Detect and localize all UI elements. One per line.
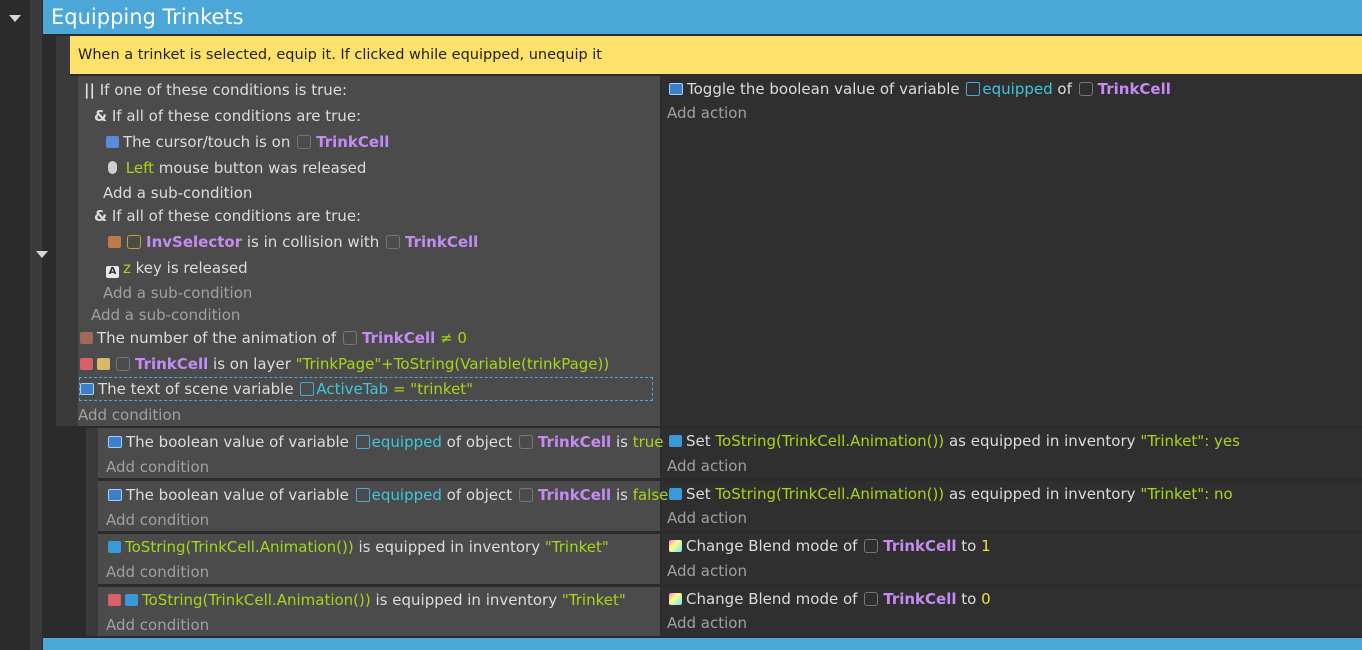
object-thumbnail [386,235,401,249]
animation-number-condition[interactable]: The number of the animation of TrinkCell… [80,327,467,349]
key-released-condition[interactable]: Az key is released [106,257,248,279]
animation-icon [80,332,93,344]
and-icon: & [94,107,108,125]
keyboard-icon: A [106,266,119,278]
add-action-link[interactable]: Add action [667,612,747,634]
collision-icon [108,236,121,248]
add-action-link[interactable]: Add action [667,560,747,582]
event-group-title: Equipping Trinkets [51,5,244,29]
comment-text: When a trinket is selected, equip it. If… [78,47,602,63]
scene-variable-icon [300,382,315,396]
object-thumbnail [1078,82,1093,96]
add-condition-link[interactable]: Add condition [78,404,181,426]
variable-icon [669,83,683,95]
blend-mode-1-action[interactable]: Change Blend mode of TrinkCell to 1 [669,535,991,557]
mouse-released-condition[interactable]: Left mouse button was released [108,157,366,179]
variable-icon [108,436,122,448]
object-thumbnail [864,592,879,606]
add-condition-link[interactable]: Add condition [106,509,209,531]
object-thumbnail [864,539,879,553]
toggle-boolean-action[interactable]: Toggle the boolean value of variable equ… [669,78,1171,100]
inventory-icon [125,594,138,606]
object-variable-icon [355,488,370,502]
boolean-false-condition[interactable]: The boolean value of variable equipped o… [108,484,668,506]
inventory-icon [669,488,682,500]
collision-condition[interactable]: InvSelector is in collision with TrinkCe… [108,231,478,253]
sub-events-indent [86,428,98,636]
not-equipped-condition[interactable]: ToString(TrinkCell.Animation()) is equip… [108,589,626,611]
add-action-link[interactable]: Add action [667,507,747,529]
left-gutter [0,0,30,650]
variable-icon [80,383,94,395]
pencil-icon [97,358,110,370]
cursor-icon [106,136,119,148]
set-equipped-yes-action[interactable]: Set ToString(TrinkCell.Animation()) as e… [669,430,1240,452]
or-condition-header[interactable]: || If one of these conditions is true: [84,79,347,101]
left-gutter-strip [30,0,42,650]
collapse-group-icon[interactable] [9,15,21,22]
add-sub-condition-link-3[interactable]: Add a sub-condition [91,304,240,326]
next-group-header[interactable] [43,638,1362,650]
or-icon: || [84,81,95,99]
object-thumbnail [518,488,533,502]
blend-mode-0-action[interactable]: Change Blend mode of TrinkCell to 0 [669,588,991,610]
object-thumbnail [297,135,312,149]
conditions-indent [70,76,78,426]
add-condition-link[interactable]: Add condition [106,561,209,583]
variable-icon [108,489,122,501]
object-variable-icon [966,82,981,96]
inventory-icon [108,541,121,553]
object-thumbnail [343,331,357,345]
cursor-on-object-condition[interactable]: The cursor/touch is on TrinkCell [106,131,389,153]
add-sub-condition-link-2[interactable]: Add a sub-condition [103,282,252,304]
object-thumbnail [518,435,533,449]
and-icon: & [94,207,108,225]
event-comment[interactable]: When a trinket is selected, equip it. If… [70,36,1362,74]
add-condition-link[interactable]: Add condition [106,456,209,478]
inventory-icon [669,435,682,447]
object-variable-icon [355,435,370,449]
layer-icon [80,358,93,370]
invert-icon [108,594,121,606]
actions-panel [661,76,1362,426]
object-thumbnail [116,357,130,371]
and-condition-header-2[interactable]: & If all of these conditions are true: [94,205,361,227]
and-condition-header-1[interactable]: & If all of these conditions are true: [94,105,361,127]
event-group-header[interactable]: Equipping Trinkets [43,0,1362,34]
layer-condition[interactable]: TrinkCell is on layer "TrinkPage"+ToStri… [80,353,609,375]
add-action-link[interactable]: Add action [667,102,747,124]
add-action-link[interactable]: Add action [667,455,747,477]
collapse-event-icon[interactable] [36,251,48,258]
add-sub-condition-link-1[interactable]: Add a sub-condition [103,182,252,204]
object-thumbnail [127,235,141,249]
scene-variable-condition[interactable]: The text of scene variable ActiveTab = "… [79,377,653,401]
set-equipped-no-action[interactable]: Set ToString(TrinkCell.Animation()) as e… [669,483,1233,505]
event-indent-strip [56,36,70,426]
mouse-icon [108,161,117,174]
add-condition-link[interactable]: Add condition [106,614,209,636]
is-equipped-condition[interactable]: ToString(TrinkCell.Animation()) is equip… [108,536,609,558]
blend-mode-icon [669,593,682,605]
blend-mode-icon [669,540,682,552]
boolean-true-condition[interactable]: The boolean value of variable equipped o… [108,431,664,453]
